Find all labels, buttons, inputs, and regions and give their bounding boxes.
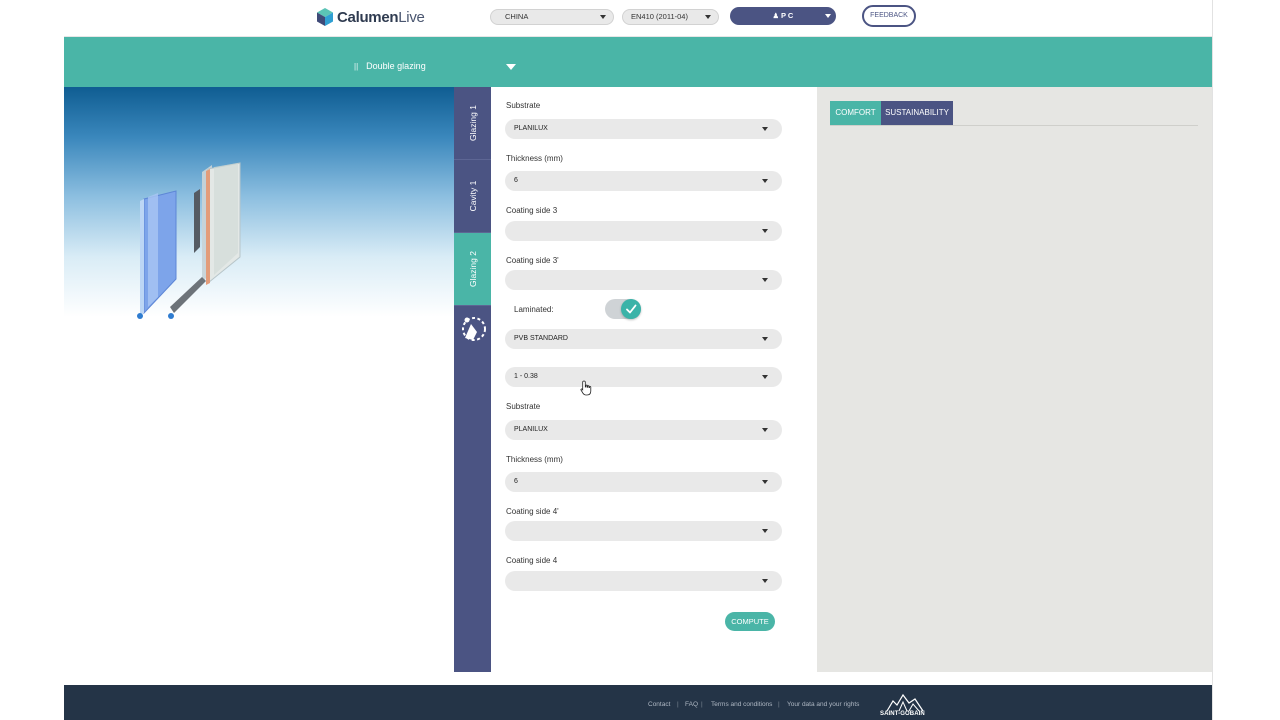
- logo-brand: Calumen: [337, 8, 399, 26]
- coating-side-4-label: Coating side 4: [506, 556, 558, 565]
- add-layer-icon: [462, 317, 486, 341]
- glazing-2-form: Substrate PLANILUX Thickness (mm) 6 Coat…: [491, 87, 817, 672]
- chevron-down-icon: [762, 278, 768, 282]
- coating-side-3p-select[interactable]: [505, 270, 782, 290]
- substrate-select[interactable]: PLANILUX: [505, 119, 782, 139]
- hand-cursor-icon: [580, 380, 592, 396]
- toggle-knob: [621, 299, 641, 319]
- tab-glazing-1-label: Glazing 1: [467, 105, 478, 141]
- interlayer-thickness-value: 1 - 0.38: [514, 373, 538, 380]
- tab-divider: [830, 125, 1198, 126]
- chevron-down-icon: [762, 579, 768, 583]
- footer-separator: |: [778, 701, 780, 708]
- substrate-label: Substrate: [506, 101, 541, 110]
- chevron-down-icon: [762, 179, 768, 183]
- compute-button[interactable]: COMPUTE: [725, 612, 775, 631]
- footer-separator: |: [677, 701, 679, 708]
- footer-link-faq[interactable]: FAQ: [685, 701, 698, 708]
- glazing-3d-illustration: [137, 162, 241, 319]
- interlayer-thickness-select[interactable]: 1 - 0.38: [505, 367, 782, 387]
- laminated-toggle[interactable]: [605, 299, 641, 319]
- user-initials: P C: [780, 11, 794, 20]
- chevron-down-icon[interactable]: [506, 64, 516, 70]
- substrate-value: PLANILUX: [514, 125, 548, 132]
- add-layer-button[interactable]: [454, 306, 491, 352]
- chevron-down-icon: [705, 15, 711, 19]
- glazing-type-bar: || Double glazing: [64, 37, 1212, 87]
- saint-gobain-brand: SAINT-GOBAIN: [880, 711, 925, 717]
- chevron-down-icon: [762, 529, 768, 533]
- substrate-2-label: Substrate: [506, 402, 541, 411]
- chevron-down-icon: [762, 375, 768, 379]
- left-gutter: [0, 0, 64, 720]
- coating-side-3-select[interactable]: [505, 221, 782, 241]
- footer-link-terms[interactable]: Terms and conditions: [711, 701, 772, 708]
- glazing-type-label: Double glazing: [366, 61, 426, 71]
- substrate-2-value: PLANILUX: [514, 426, 548, 433]
- tab-cavity-1-label: Cavity 1: [467, 180, 478, 212]
- tab-glazing-2[interactable]: Glazing 2: [454, 233, 491, 306]
- thickness-label: Thickness (mm): [506, 154, 563, 163]
- thickness-select[interactable]: 6: [505, 171, 782, 191]
- interlayer-type-select[interactable]: PVB STANDARD: [505, 329, 782, 349]
- thickness-2-value: 6: [514, 478, 518, 485]
- right-gutter: [1212, 0, 1280, 720]
- standard-value: EN410 (2011-04): [631, 12, 688, 21]
- results-panel: COMFORT SUSTAINABILITY: [817, 87, 1212, 672]
- chevron-down-icon: [825, 14, 831, 18]
- user-icon: ♟: [772, 13, 779, 20]
- top-header: CalumenLive CHINA EN410 (2011-04) ♟ P C F…: [64, 0, 1212, 37]
- footer-link-data-rights[interactable]: Your data and your rights: [787, 701, 859, 708]
- tab-glazing-2-label: Glazing 2: [467, 251, 478, 287]
- coating-side-3-label: Coating side 3: [506, 206, 558, 215]
- chevron-down-icon: [762, 229, 768, 233]
- tab-sustainability[interactable]: SUSTAINABILITY: [881, 101, 953, 125]
- chevron-down-icon: [600, 15, 606, 19]
- tab-glazing-1[interactable]: Glazing 1: [454, 87, 491, 160]
- coating-side-3p-label: Coating side 3': [506, 256, 559, 265]
- country-value: CHINA: [505, 12, 529, 21]
- glazing-type-select[interactable]: || Double glazing: [354, 61, 426, 71]
- coating-side-4p-label: Coating side 4': [506, 507, 559, 516]
- chevron-down-icon: [762, 480, 768, 484]
- logo-text: CalumenLive: [337, 9, 425, 26]
- footer-separator: |: [701, 701, 703, 708]
- tab-comfort[interactable]: COMFORT: [830, 101, 881, 125]
- country-select[interactable]: CHINA: [490, 9, 614, 25]
- footer: Contact | FAQ | Terms and conditions | Y…: [64, 685, 1212, 720]
- thickness-2-select[interactable]: 6: [505, 472, 782, 492]
- chevron-down-icon: [762, 428, 768, 432]
- calumen-cube-icon: [316, 8, 334, 26]
- tab-cavity-1[interactable]: Cavity 1: [454, 160, 491, 233]
- thickness-value: 6: [514, 177, 518, 184]
- chevron-down-icon: [762, 337, 768, 341]
- laminated-label: Laminated:: [514, 305, 554, 314]
- glazing-layer-tabs: Glazing 1 Cavity 1 Glazing 2: [454, 87, 491, 672]
- footer-link-contact[interactable]: Contact: [648, 701, 670, 708]
- interlayer-type-value: PVB STANDARD: [514, 335, 568, 342]
- chevron-down-icon: [762, 127, 768, 131]
- user-menu-button[interactable]: ♟ P C: [730, 7, 836, 25]
- checkmark-icon: [626, 304, 637, 314]
- app-root: CalumenLive CHINA EN410 (2011-04) ♟ P C F…: [0, 0, 1280, 720]
- substrate-2-select[interactable]: PLANILUX: [505, 420, 782, 440]
- logo-suffix: Live: [398, 8, 425, 26]
- double-glazing-icon: ||: [354, 62, 359, 71]
- feedback-button[interactable]: FEEDBACK: [862, 5, 916, 27]
- coating-side-4p-select[interactable]: [505, 521, 782, 541]
- calumen-live-logo[interactable]: CalumenLive: [316, 7, 425, 27]
- glazing-visualization: [64, 87, 454, 672]
- thickness-2-label: Thickness (mm): [506, 455, 563, 464]
- standard-select[interactable]: EN410 (2011-04): [622, 9, 719, 25]
- coating-side-4-select[interactable]: [505, 571, 782, 591]
